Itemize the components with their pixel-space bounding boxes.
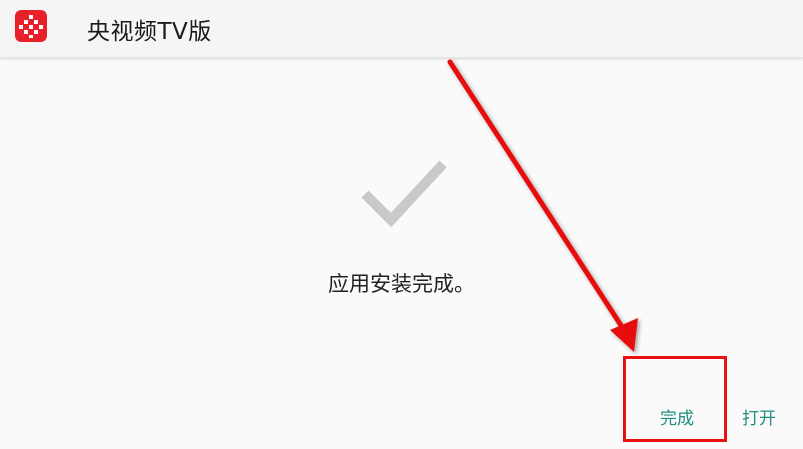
app-title: 央视频TV版 — [87, 19, 212, 45]
app-logo-icon — [15, 10, 47, 42]
done-button[interactable]: 完成 — [660, 404, 694, 429]
install-complete-screen: 央视频TV版 应用安装完成。 完成 打开 — [0, 0, 803, 449]
checkmark-icon — [359, 156, 449, 228]
annotation-highlight-box — [623, 356, 727, 442]
title-bar: 央视频TV版 — [0, 0, 803, 58]
open-button[interactable]: 打开 — [742, 404, 776, 429]
install-complete-message: 应用安装完成。 — [328, 272, 475, 296]
